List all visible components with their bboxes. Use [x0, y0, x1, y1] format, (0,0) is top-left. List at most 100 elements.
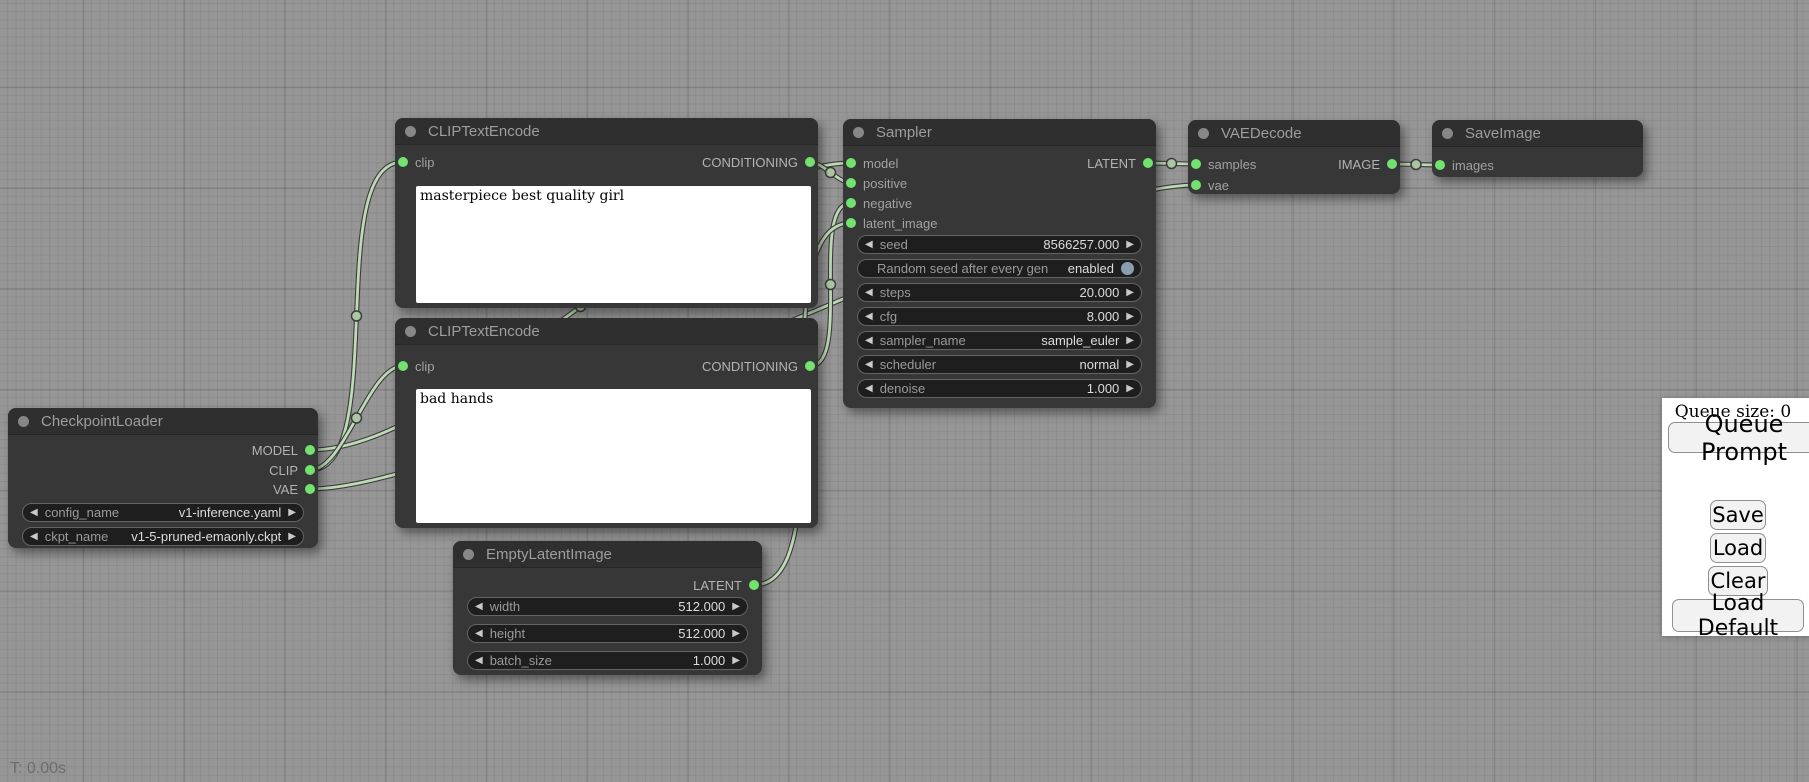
output-slot-conditioning[interactable]: CONDITIONING: [702, 357, 815, 375]
left-arrow-icon[interactable]: ◀: [865, 336, 873, 346]
input-slot-clip[interactable]: clip: [398, 153, 435, 171]
left-arrow-icon[interactable]: ◀: [475, 656, 483, 666]
output-dot-icon[interactable]: [305, 465, 315, 475]
node-empty-latent-image[interactable]: EmptyLatentImage LATENT ◀ width 512.000 …: [453, 541, 762, 675]
widget-cfg[interactable]: ◀ cfg 8.000 ▶: [857, 307, 1142, 326]
output-slot-conditioning[interactable]: CONDITIONING: [702, 153, 815, 171]
node-sampler[interactable]: Sampler model positive negative latent_i…: [843, 119, 1156, 408]
input-slot-model[interactable]: model: [846, 154, 898, 172]
input-slot-negative[interactable]: negative: [846, 194, 912, 212]
node-vae-decode[interactable]: VAEDecode samples vae IMAGE: [1188, 120, 1400, 194]
widget-config-name[interactable]: ◀ config_name v1-inference.yaml ▶: [22, 503, 304, 522]
left-arrow-icon[interactable]: ◀: [30, 508, 38, 518]
widget-label: height: [490, 626, 525, 641]
node-titlebar[interactable]: CheckpointLoader: [8, 408, 318, 435]
output-dot-icon[interactable]: [305, 445, 315, 455]
collapse-dot-icon[interactable]: [463, 549, 474, 560]
left-arrow-icon[interactable]: ◀: [865, 312, 873, 322]
input-dot-icon[interactable]: [398, 157, 408, 167]
input-dot-icon[interactable]: [846, 198, 856, 208]
widget-steps[interactable]: ◀ steps 20.000 ▶: [857, 283, 1142, 302]
right-arrow-icon[interactable]: ▶: [1126, 240, 1134, 250]
left-arrow-icon[interactable]: ◀: [865, 384, 873, 394]
prompt-textarea[interactable]: bad hands: [416, 389, 811, 523]
node-clip-text-encode-negative[interactable]: CLIPTextEncode clip CONDITIONING bad han…: [395, 318, 818, 528]
node-titlebar[interactable]: Sampler: [843, 119, 1156, 146]
output-slot-clip[interactable]: CLIP: [269, 461, 315, 479]
widget-scheduler[interactable]: ◀ scheduler normal ▶: [857, 355, 1142, 374]
left-arrow-icon[interactable]: ◀: [475, 602, 483, 612]
input-slot-latent-image[interactable]: latent_image: [846, 214, 937, 232]
right-arrow-icon[interactable]: ▶: [1126, 288, 1134, 298]
node-save-image[interactable]: SaveImage images: [1432, 120, 1643, 177]
collapse-dot-icon[interactable]: [18, 416, 29, 427]
right-arrow-icon[interactable]: ▶: [1126, 384, 1134, 394]
right-arrow-icon[interactable]: ▶: [1126, 336, 1134, 346]
left-arrow-icon[interactable]: ◀: [865, 360, 873, 370]
widget-random-seed-toggle[interactable]: Random seed after every gen enabled: [857, 259, 1142, 278]
input-slot-clip[interactable]: clip: [398, 357, 435, 375]
output-dot-icon[interactable]: [749, 580, 759, 590]
right-arrow-icon[interactable]: ▶: [1126, 312, 1134, 322]
input-slot-images[interactable]: images: [1435, 156, 1494, 174]
widget-ckpt-name[interactable]: ◀ ckpt_name v1-5-pruned-emaonly.ckpt ▶: [22, 527, 304, 546]
load-default-button[interactable]: Load Default: [1672, 599, 1804, 632]
right-arrow-icon[interactable]: ▶: [288, 508, 296, 518]
queue-prompt-button[interactable]: Queue Prompt: [1668, 422, 1809, 453]
input-slot-positive[interactable]: positive: [846, 174, 907, 192]
output-slot-latent[interactable]: LATENT: [693, 576, 759, 594]
right-arrow-icon[interactable]: ▶: [1126, 360, 1134, 370]
prompt-textarea[interactable]: masterpiece best quality girl: [416, 186, 811, 303]
collapse-dot-icon[interactable]: [405, 126, 416, 137]
input-dot-icon[interactable]: [846, 178, 856, 188]
node-titlebar[interactable]: SaveImage: [1432, 120, 1643, 147]
widget-seed[interactable]: ◀ seed 8566257.000 ▶: [857, 235, 1142, 254]
node-title: CLIPTextEncode: [428, 323, 540, 340]
widget-label: steps: [880, 285, 911, 300]
node-titlebar[interactable]: CLIPTextEncode: [395, 318, 818, 345]
collapse-dot-icon[interactable]: [1198, 128, 1209, 139]
right-arrow-icon[interactable]: ▶: [288, 532, 296, 542]
output-dot-icon[interactable]: [805, 361, 815, 371]
output-dot-icon[interactable]: [1143, 158, 1153, 168]
node-titlebar[interactable]: EmptyLatentImage: [453, 541, 762, 568]
output-dot-icon[interactable]: [805, 157, 815, 167]
output-slot-image[interactable]: IMAGE: [1338, 155, 1397, 173]
output-slot-latent[interactable]: LATENT: [1087, 154, 1153, 172]
toggle-circle-icon[interactable]: [1121, 262, 1134, 275]
input-dot-icon[interactable]: [1435, 160, 1445, 170]
widget-sampler-name[interactable]: ◀ sampler_name sample_euler ▶: [857, 331, 1142, 350]
node-checkpoint-loader[interactable]: CheckpointLoader MODEL CLIP VAE ◀ config…: [8, 408, 318, 548]
left-arrow-icon[interactable]: ◀: [30, 532, 38, 542]
right-arrow-icon[interactable]: ▶: [732, 602, 740, 612]
node-titlebar[interactable]: CLIPTextEncode: [395, 118, 818, 145]
left-arrow-icon[interactable]: ◀: [865, 240, 873, 250]
input-slot-vae[interactable]: vae: [1191, 176, 1229, 194]
output-dot-icon[interactable]: [305, 484, 315, 494]
collapse-dot-icon[interactable]: [853, 127, 864, 138]
widget-width[interactable]: ◀ width 512.000 ▶: [467, 597, 748, 616]
output-dot-icon[interactable]: [1387, 159, 1397, 169]
output-slot-model[interactable]: MODEL: [252, 441, 315, 459]
widget-denoise[interactable]: ◀ denoise 1.000 ▶: [857, 379, 1142, 398]
widget-batch-size[interactable]: ◀ batch_size 1.000 ▶: [467, 651, 748, 670]
left-arrow-icon[interactable]: ◀: [865, 288, 873, 298]
load-button[interactable]: Load: [1710, 533, 1766, 563]
input-dot-icon[interactable]: [846, 158, 856, 168]
node-clip-text-encode-positive[interactable]: CLIPTextEncode clip CONDITIONING masterp…: [395, 118, 818, 308]
collapse-dot-icon[interactable]: [1442, 128, 1453, 139]
collapse-dot-icon[interactable]: [405, 326, 416, 337]
node-titlebar[interactable]: VAEDecode: [1188, 120, 1400, 147]
save-button[interactable]: Save: [1710, 500, 1766, 530]
input-dot-icon[interactable]: [398, 361, 408, 371]
input-dot-icon[interactable]: [1191, 159, 1201, 169]
output-slot-vae[interactable]: VAE: [273, 480, 315, 498]
input-slot-samples[interactable]: samples: [1191, 155, 1256, 173]
left-arrow-icon[interactable]: ◀: [475, 629, 483, 639]
right-arrow-icon[interactable]: ▶: [732, 629, 740, 639]
input-dot-icon[interactable]: [1191, 180, 1201, 190]
input-dot-icon[interactable]: [846, 218, 856, 228]
widget-height[interactable]: ◀ height 512.000 ▶: [467, 624, 748, 643]
right-arrow-icon[interactable]: ▶: [732, 656, 740, 666]
slot-label: model: [863, 156, 898, 171]
